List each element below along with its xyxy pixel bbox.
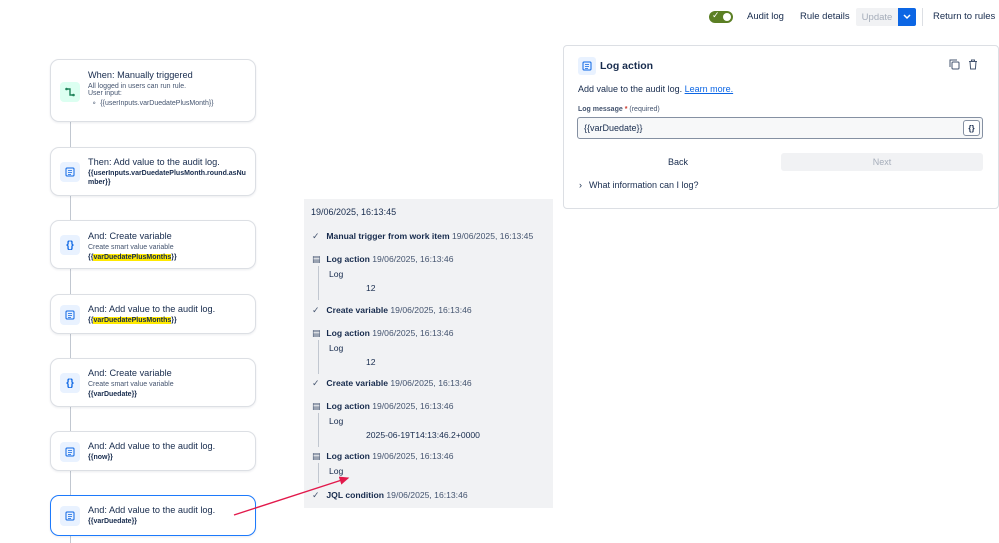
log-icon: ▤ [312, 451, 321, 461]
audit-log-link[interactable]: Audit log [747, 11, 784, 22]
log-label: Log [329, 269, 344, 279]
action-node[interactable]: And: Add value to the audit log. {{now}} [50, 431, 256, 471]
node-value: {{varDuedatePlusMonths}} [88, 254, 177, 261]
return-to-rules-link[interactable]: Return to rules [933, 11, 995, 22]
audit-entry: ✓ Manual trigger from work item 19/06/20… [312, 231, 534, 241]
check-icon: ✓ [312, 231, 320, 241]
log-action-config-panel: Log action Add value to the audit log. L… [563, 45, 999, 209]
log-icon [60, 162, 80, 182]
log-icon: ▤ [312, 328, 321, 338]
log-message-input[interactable]: {{varDuedate}} [577, 117, 983, 139]
back-button[interactable]: Back [577, 153, 779, 171]
node-subtitle: User input: [88, 90, 122, 97]
log-icon [60, 506, 80, 526]
node-value: {{varDuedatePlusMonths}} [88, 317, 177, 324]
audit-entry: ▤ Log action 19/06/2025, 16:13:46 [312, 451, 454, 461]
node-value: {{varDuedate}} [88, 518, 138, 525]
node-title: And: Add value to the audit log. [88, 441, 216, 451]
check-icon: ✓ [712, 10, 720, 20]
node-value: {{now}} [88, 454, 113, 461]
tree-line [318, 463, 319, 483]
user-input-item: ∘ {{userInputs.varDuedatePlusMonth}} [92, 100, 214, 107]
chevron-right-icon: › [579, 180, 582, 190]
log-label: Log [329, 343, 344, 353]
node-subtitle: Create smart value variable [88, 381, 174, 388]
node-title: Then: Add value to the audit log. [88, 157, 220, 167]
log-label: Log [329, 416, 344, 426]
log-icon [578, 57, 596, 75]
braces-icon: {} [60, 373, 80, 393]
log-icon: ▤ [312, 254, 321, 264]
trigger-node[interactable]: When: Manually triggered All logged in u… [50, 59, 256, 122]
chevron-down-icon [903, 14, 911, 20]
trash-icon[interactable] [968, 59, 978, 73]
tree-line [318, 340, 319, 374]
audit-log-timestamp: 19/06/2025, 16:13:45 [311, 207, 397, 217]
check-icon: ✓ [312, 305, 320, 315]
node-title: And: Add value to the audit log. [88, 304, 216, 314]
log-icon: ▤ [312, 401, 321, 411]
braces-icon: {} [60, 235, 80, 255]
learn-more-link[interactable]: Learn more. [685, 84, 734, 94]
panel-description: Add value to the audit log. Learn more. [578, 84, 734, 94]
rule-enabled-toggle[interactable]: ✓ [709, 10, 733, 23]
smart-value-button[interactable]: {} [963, 120, 980, 136]
action-node-selected[interactable]: And: Add value to the audit log. {{varDu… [50, 495, 256, 536]
log-value: 12 [366, 357, 376, 367]
next-button[interactable]: Next [781, 153, 983, 171]
top-bar: ✓ Audit log Rule details Update Return t… [0, 8, 995, 28]
audit-entry: ▤ Log action 19/06/2025, 16:13:46 [312, 254, 454, 264]
rule-details-link[interactable]: Rule details [800, 11, 850, 22]
trigger-icon [60, 82, 80, 102]
action-node[interactable]: {} And: Create variable Create smart val… [50, 220, 256, 269]
node-subtitle: Create smart value variable [88, 244, 174, 251]
info-expander[interactable]: › What information can I log? [579, 180, 699, 190]
node-value: {{varDuedate}} [88, 391, 138, 398]
audit-entry: ▤ Log action 19/06/2025, 16:13:46 [312, 328, 454, 338]
log-icon [60, 442, 80, 462]
tree-line [318, 413, 319, 447]
copy-icon[interactable] [949, 59, 960, 73]
check-icon: ✓ [312, 490, 320, 500]
node-title: When: Manually triggered [88, 70, 193, 80]
check-icon: ✓ [312, 378, 320, 388]
node-title: And: Create variable [88, 231, 172, 241]
audit-entry: ✓ JQL condition 19/06/2025, 16:13:46 [312, 490, 468, 500]
node-title: And: Create variable [88, 368, 172, 378]
node-subtitle: All logged in users can run rule. [88, 83, 187, 90]
action-node[interactable]: {} And: Create variable Create smart val… [50, 358, 256, 407]
audit-log-panel: 19/06/2025, 16:13:45 ✓ Manual trigger fr… [304, 199, 553, 508]
log-value: 12 [366, 283, 376, 293]
update-button[interactable]: Update [856, 8, 898, 26]
node-title: And: Add value to the audit log. [88, 505, 216, 515]
log-message-label: Log message * (required) [578, 106, 660, 113]
toggle-knob [723, 13, 731, 21]
tree-line [318, 266, 319, 300]
node-value: {{userInputs.varDuedatePlusMonth.round.a… [88, 170, 246, 186]
highlighted-variable: varDuedatePlusMonths [93, 254, 172, 261]
audit-entry: ▤ Log action 19/06/2025, 16:13:46 [312, 401, 454, 411]
panel-title: Log action [600, 60, 654, 72]
log-value: 2025-06-19T14:13:46.2+0000 [366, 430, 480, 440]
update-dropdown-button[interactable] [898, 8, 916, 26]
audit-entry: ✓ Create variable 19/06/2025, 16:13:46 [312, 378, 472, 388]
action-node[interactable]: And: Add value to the audit log. {{varDu… [50, 294, 256, 334]
action-node[interactable]: Then: Add value to the audit log. {{user… [50, 147, 256, 196]
log-icon [60, 305, 80, 325]
toolbar-divider [922, 8, 923, 26]
audit-entry: ✓ Create variable 19/06/2025, 16:13:46 [312, 305, 472, 315]
log-label: Log [329, 466, 344, 476]
highlighted-variable: varDuedatePlusMonths [93, 317, 172, 324]
